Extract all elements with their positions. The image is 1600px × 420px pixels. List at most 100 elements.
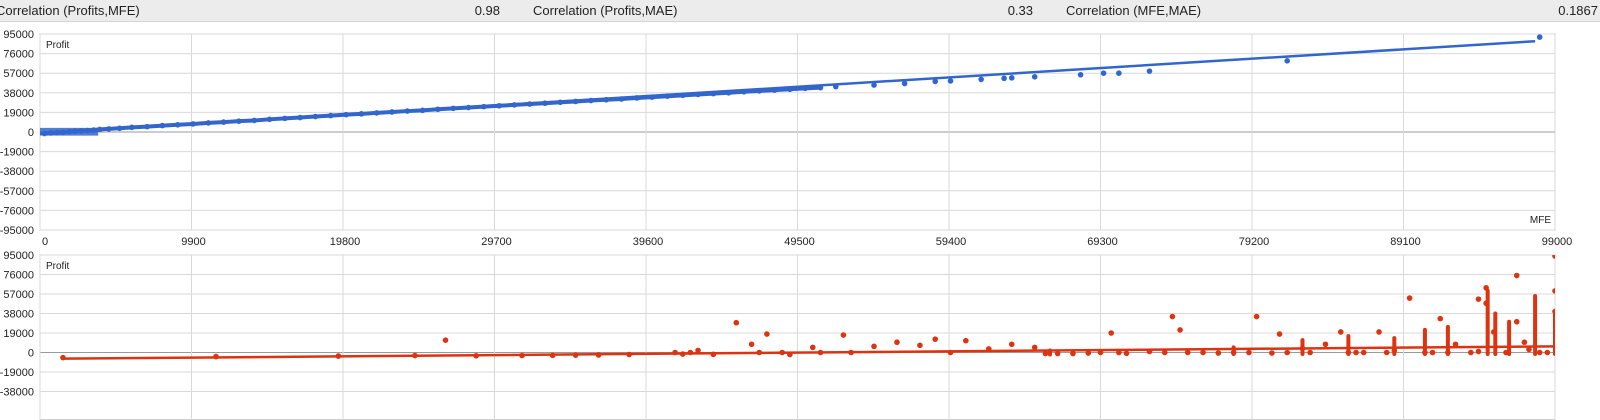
chart-area: 95000 76000 57000 38000 19000 0 -19000 -38000 -5… (0, 29, 1573, 420)
y-tick-label: 38000 (3, 309, 34, 321)
data-point (1345, 349, 1352, 356)
data-point (1253, 313, 1260, 320)
data-point (78, 128, 85, 134)
data-point (1184, 349, 1191, 356)
data-point (519, 352, 525, 359)
data-point (894, 339, 900, 346)
x-tick-label: 0 (42, 236, 48, 248)
data-point (1031, 344, 1038, 351)
data-point (1513, 318, 1520, 325)
data-point (817, 349, 824, 356)
data-point (840, 332, 847, 338)
data-point (1483, 285, 1489, 291)
data-point (1552, 288, 1555, 294)
y-tick-label: -38000 (0, 166, 34, 178)
data-point (1475, 296, 1482, 302)
data-point (1031, 74, 1038, 80)
data-point (756, 88, 763, 94)
data-point (96, 126, 103, 133)
data-point (1070, 350, 1076, 357)
data-point (282, 115, 288, 122)
data-point (1177, 327, 1183, 333)
data-point (787, 86, 793, 93)
data-point (787, 351, 793, 358)
data-point (917, 342, 923, 349)
data-point (473, 352, 479, 359)
data-point (1322, 341, 1329, 348)
data-point (1526, 346, 1532, 353)
data-point (664, 93, 671, 100)
data-point (1475, 348, 1482, 355)
data-point (373, 110, 380, 116)
data-point (679, 92, 686, 99)
data-point (159, 122, 166, 129)
data-point (129, 124, 135, 131)
data-point (442, 337, 449, 343)
data-point (1123, 350, 1130, 357)
y-tick-label: 95000 (3, 29, 34, 41)
data-point (358, 111, 365, 117)
data-point (1246, 349, 1252, 356)
x-tick-label: 9900 (181, 236, 205, 248)
data-point (72, 128, 78, 134)
data-point (1503, 349, 1509, 356)
data-point (1536, 34, 1543, 40)
data-point (526, 101, 533, 107)
data-point (47, 130, 54, 136)
stat-value-profits-mfe: 0.98 (474, 3, 500, 18)
data-point (1513, 272, 1520, 279)
data-point (1536, 349, 1543, 356)
data-point (1376, 329, 1382, 335)
data-point (764, 331, 770, 337)
x-tick-label: 89100 (1390, 236, 1421, 248)
data-point (1077, 71, 1084, 78)
x-tick-label: 39600 (633, 236, 664, 248)
data-point (297, 114, 303, 121)
data-point (190, 121, 196, 127)
data-point (60, 354, 66, 361)
data-point (810, 344, 816, 351)
data-point (1042, 350, 1049, 357)
x-tick-label: 99000 (1542, 236, 1573, 248)
y-tick-label: 19000 (3, 107, 34, 119)
data-point (1452, 341, 1459, 348)
data-point (1483, 300, 1489, 307)
data-point (450, 105, 456, 112)
data-point (848, 349, 854, 356)
data-point (817, 84, 824, 91)
data-point (741, 88, 747, 95)
data-point (1391, 347, 1398, 354)
x-tick-label: 29700 (481, 236, 512, 248)
data-point (251, 117, 258, 124)
data-point (1284, 349, 1290, 356)
y-tick-label: 95000 (3, 250, 34, 262)
y-tick-label: 57000 (3, 289, 34, 301)
data-point (1054, 350, 1061, 357)
data-point (1490, 329, 1497, 335)
y-tick-label: -57000 (0, 186, 34, 198)
data-point (1269, 350, 1275, 356)
data-point (557, 99, 564, 106)
data-point (1422, 349, 1428, 356)
stat-value-mfe-mae: 0.1867 (1558, 3, 1598, 18)
data-point (832, 83, 839, 90)
data-point (220, 119, 227, 125)
y-tick-label: 76000 (3, 270, 34, 282)
y-tick-label: -19000 (0, 367, 34, 379)
data-point (603, 96, 610, 103)
data-point (1544, 349, 1551, 356)
data-point (1307, 349, 1313, 356)
data-point (710, 90, 717, 97)
data-point (1097, 349, 1104, 356)
y-tick-label: -76000 (0, 205, 34, 217)
data-point (1008, 75, 1015, 81)
data-point (54, 129, 60, 136)
x-tick-label: 19800 (330, 236, 361, 248)
correlation-stats-bar: Correlation (Profits,MFE) 0.98 Correlati… (0, 0, 1600, 22)
data-point (1276, 331, 1283, 337)
data-point (1146, 348, 1153, 355)
data-point (978, 76, 984, 83)
data-point (871, 343, 877, 350)
stat-label-profits-mfe: Correlation (Profits,MFE) (0, 3, 140, 18)
data-point (1108, 330, 1115, 336)
